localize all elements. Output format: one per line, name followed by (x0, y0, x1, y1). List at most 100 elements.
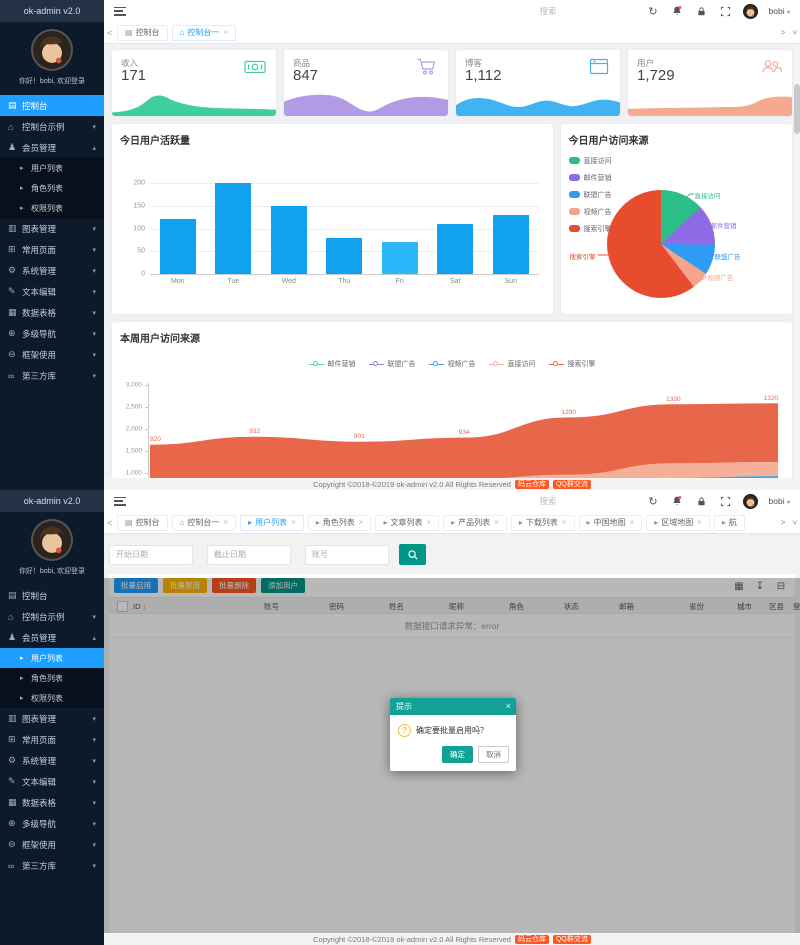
tab-close-icon[interactable]: × (494, 518, 499, 527)
sidebar-item[interactable]: ⊞常用页面▾ (0, 729, 104, 750)
fullscreen-icon[interactable] (719, 495, 732, 508)
sidebar-item[interactable]: ▸权限列表 (0, 198, 104, 218)
bell-icon[interactable] (671, 5, 684, 18)
bar[interactable] (215, 183, 251, 274)
tab[interactable]: ▸用户列表× (240, 515, 304, 531)
legend-item[interactable]: 直接访问 (489, 359, 536, 369)
qq-group-badge[interactable]: QQ群交流 (553, 935, 591, 944)
tab-close-icon[interactable]: × (291, 518, 296, 527)
sidebar-item[interactable]: ⚙系统管理▾ (0, 750, 104, 771)
refresh-icon[interactable]: ↻ (647, 495, 660, 508)
tabs-scroll-right-icon[interactable]: > (781, 518, 786, 527)
tabs-scroll-right-icon[interactable]: > (781, 28, 786, 37)
sidebar-item[interactable]: ▸角色列表 (0, 668, 104, 688)
user-avatar[interactable] (743, 494, 758, 509)
sidebar-item[interactable]: ⚙系统管理▾ (0, 260, 104, 281)
tab[interactable]: ⌂控制台一× (172, 25, 237, 41)
sidebar-item[interactable]: ▸角色列表 (0, 178, 104, 198)
tab-close-icon[interactable]: × (562, 518, 567, 527)
sidebar-item[interactable]: ▦数据表格▾ (0, 302, 104, 323)
tabs-scroll-left-icon[interactable]: < (107, 512, 112, 533)
tab[interactable]: ▸下载列表× (511, 515, 575, 531)
sidebar-item[interactable]: ▥图表管理▾ (0, 708, 104, 729)
start-date-input[interactable] (109, 545, 193, 565)
tab[interactable]: ▤控制台 (117, 25, 168, 41)
sidebar-item[interactable]: ✎文本编辑▾ (0, 281, 104, 302)
tab-close-icon[interactable]: × (630, 518, 635, 527)
bar[interactable] (271, 206, 307, 274)
close-icon[interactable]: × (506, 698, 511, 715)
legend-item[interactable]: 搜索引擎 (569, 220, 612, 237)
tab[interactable]: ▸产品列表× (443, 515, 507, 531)
tab-close-icon[interactable]: × (223, 518, 228, 527)
tab-close-icon[interactable]: × (426, 518, 431, 527)
user-menu[interactable]: bobi ▾ (769, 6, 790, 16)
tab-close-icon[interactable]: × (223, 28, 228, 37)
bar[interactable] (382, 242, 418, 274)
account-input[interactable] (305, 545, 389, 565)
sidebar-item[interactable]: ⊖框架使用▾ (0, 344, 104, 365)
sidebar-item[interactable]: ⊕多级导航▾ (0, 813, 104, 834)
sidebar-item[interactable]: ▤控制台 (0, 95, 104, 116)
scrollbar-thumb[interactable] (794, 84, 800, 134)
qq-group-badge[interactable]: QQ群交流 (553, 480, 591, 489)
legend-item[interactable]: 联盟广告 (369, 359, 416, 369)
lock-icon[interactable] (695, 495, 708, 508)
tab[interactable]: ⌂控制台一× (172, 515, 237, 531)
sidebar-item[interactable]: ⌂控制台示例▾ (0, 116, 104, 137)
legend-item[interactable]: 邮件营销 (569, 169, 612, 186)
scrollbar[interactable] (794, 44, 800, 478)
menu-toggle-icon[interactable] (114, 497, 126, 506)
refresh-icon[interactable]: ↻ (647, 5, 660, 18)
bar[interactable] (437, 224, 473, 274)
tab[interactable]: ▤控制台 (117, 515, 168, 531)
sidebar-item[interactable]: ✎文本编辑▾ (0, 771, 104, 792)
tabs-scroll-left-icon[interactable]: < (107, 22, 112, 43)
sidebar-item[interactable]: ⌂控制台示例▾ (0, 606, 104, 627)
tab[interactable]: ▸角色列表× (308, 515, 372, 531)
search-button[interactable] (399, 544, 426, 565)
tab-close-icon[interactable]: × (697, 518, 702, 527)
bar[interactable] (326, 238, 362, 274)
tab-close-icon[interactable]: × (359, 518, 364, 527)
sidebar-item[interactable]: ▥图表管理▾ (0, 218, 104, 239)
sidebar-item[interactable]: ♟会员管理▴ (0, 137, 104, 158)
sidebar-item[interactable]: ♟会员管理▴ (0, 627, 104, 648)
sidebar-item[interactable]: ∞第三方库▾ (0, 855, 104, 876)
end-date-input[interactable] (207, 545, 291, 565)
menu-toggle-icon[interactable] (114, 7, 126, 16)
legend-item[interactable]: 搜索引擎 (549, 359, 596, 369)
bell-icon[interactable] (671, 495, 684, 508)
bar[interactable] (160, 219, 196, 274)
sidebar-item[interactable]: ⊞常用页面▾ (0, 239, 104, 260)
repo-badge[interactable]: 码云仓库 (515, 480, 549, 489)
confirm-button[interactable]: 确定 (442, 746, 473, 763)
tab[interactable]: ▸区域地图× (646, 515, 710, 531)
sidebar-item[interactable]: ⊕多级导航▾ (0, 323, 104, 344)
legend-item[interactable]: 直接访问 (569, 152, 612, 169)
legend-item[interactable]: 视频广告 (569, 203, 612, 220)
sidebar-item[interactable]: ▸用户列表 (0, 158, 104, 178)
sidebar-item[interactable]: ▦数据表格▾ (0, 792, 104, 813)
tab[interactable]: ▸中国地图× (579, 515, 643, 531)
legend-item[interactable]: 视频广告 (429, 359, 476, 369)
sidebar-item[interactable]: ∞第三方库▾ (0, 365, 104, 386)
cancel-button[interactable]: 取消 (478, 746, 509, 763)
user-avatar[interactable] (31, 29, 73, 71)
legend-item[interactable]: 邮件营销 (309, 359, 356, 369)
legend-item[interactable]: 联盟广告 (569, 186, 612, 203)
bar[interactable] (493, 215, 529, 274)
search-input[interactable] (540, 6, 636, 16)
user-avatar[interactable] (31, 519, 73, 561)
tab[interactable]: ▸航 (714, 515, 745, 531)
repo-badge[interactable]: 码云仓库 (515, 935, 549, 944)
tabs-menu-icon[interactable]: > (790, 520, 799, 525)
sidebar-item[interactable]: ⊖框架使用▾ (0, 834, 104, 855)
tabs-menu-icon[interactable]: > (790, 30, 799, 35)
sidebar-item[interactable]: ▸权限列表 (0, 688, 104, 708)
user-menu[interactable]: bobi ▾ (769, 496, 790, 506)
sidebar-item[interactable]: ▤控制台 (0, 585, 104, 606)
lock-icon[interactable] (695, 5, 708, 18)
user-avatar[interactable] (743, 4, 758, 19)
search-input[interactable] (540, 496, 636, 506)
